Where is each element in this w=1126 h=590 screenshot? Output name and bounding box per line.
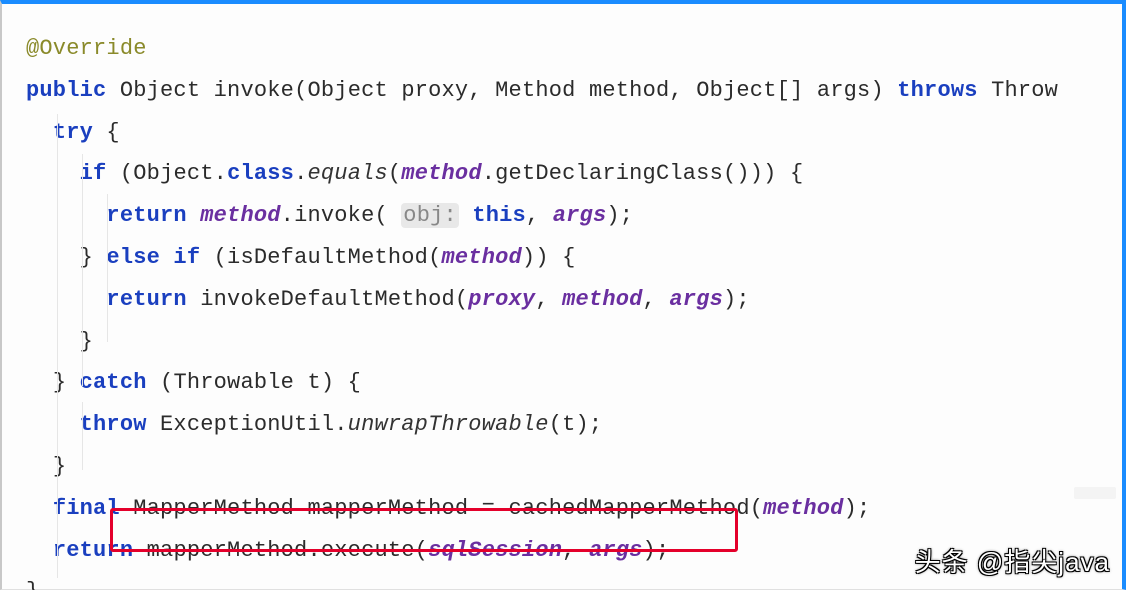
inlay-hint-obj: obj: — [401, 203, 459, 228]
m-unwrap: unwrapThrowable — [348, 412, 549, 437]
txt: .getDeclaringClass())) { — [482, 161, 804, 186]
code-screenshot-frame: @Override public Object invoke ( Object pr… — [0, 0, 1126, 590]
kw-else-if: else if — [106, 245, 200, 270]
txt: (t); — [549, 412, 603, 437]
kw-final: final — [53, 496, 120, 521]
p-sqlsession: sqlSession — [428, 538, 562, 563]
throws-type: Throw — [991, 78, 1058, 103]
txt: , — [535, 287, 562, 312]
kw-if: if — [80, 161, 107, 186]
txt: (isDefaultMethod( — [200, 245, 441, 270]
txt: } — [80, 245, 107, 270]
ret-type: Object — [120, 78, 200, 103]
sp — [187, 203, 200, 228]
kw-class: class — [227, 161, 294, 186]
txt: (Throwable t) { — [147, 370, 361, 395]
txt: ); — [606, 203, 633, 228]
txt: MapperMethod mapperMethod = cachedMapper… — [120, 496, 763, 521]
p-method: method — [200, 203, 280, 228]
watermark-text: 头条 @指尖java — [915, 542, 1110, 579]
code-block: @Override public Object invoke ( Object pr… — [2, 4, 1122, 590]
m-equals: equals — [307, 161, 387, 186]
txt: Object. — [133, 161, 227, 186]
kw-return: return — [106, 287, 186, 312]
txt: )) { — [522, 245, 576, 270]
p-args: args — [669, 287, 723, 312]
p-args: args — [589, 538, 643, 563]
kw-try: try — [53, 120, 93, 145]
txt: .invoke( — [281, 203, 402, 228]
annotation: @Override — [26, 36, 147, 61]
kw-catch: catch — [80, 370, 147, 395]
overflow-hint — [1074, 487, 1116, 499]
txt: , — [526, 203, 553, 228]
txt: , — [643, 287, 670, 312]
p3-name: args — [817, 78, 871, 103]
p2-name: method — [589, 78, 669, 103]
kw-this: this — [472, 203, 526, 228]
txt: } — [53, 454, 66, 479]
indent-guide — [57, 114, 58, 578]
kw-return: return — [53, 538, 133, 563]
method-name: invoke — [214, 78, 294, 103]
kw-throws: throws — [897, 78, 977, 103]
txt: ( — [388, 161, 401, 186]
txt: , — [562, 538, 589, 563]
p-proxy: proxy — [468, 287, 535, 312]
indent-guide — [107, 194, 108, 342]
p2-type: Method — [495, 78, 575, 103]
p-method: method — [562, 287, 642, 312]
kw-throw: throw — [80, 412, 147, 437]
p-method: method — [442, 245, 522, 270]
p1-type: Object — [307, 78, 387, 103]
p1-name: proxy — [401, 78, 468, 103]
p-args: args — [553, 203, 607, 228]
txt: ); — [643, 538, 670, 563]
txt: . — [294, 161, 307, 186]
p-method: method — [401, 161, 481, 186]
txt: ExceptionUtil. — [147, 412, 348, 437]
indent-guide — [82, 154, 83, 386]
p3-type: Object[] — [696, 78, 803, 103]
kw-return: return — [106, 203, 186, 228]
p-method: method — [763, 496, 843, 521]
txt: mapperMethod.execute( — [133, 538, 428, 563]
indent-guide — [82, 402, 83, 470]
txt: invokeDefaultMethod( — [187, 287, 468, 312]
txt: } — [26, 579, 39, 590]
txt: ); — [844, 496, 871, 521]
kw-public: public — [26, 78, 106, 103]
txt: ); — [723, 287, 750, 312]
